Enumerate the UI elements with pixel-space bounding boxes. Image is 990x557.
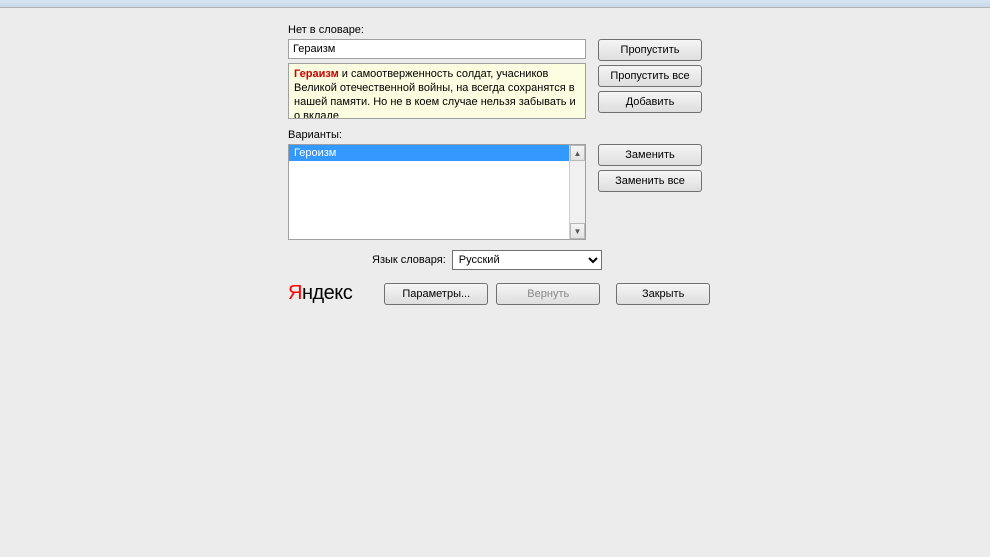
variants-inner: Героизм [289, 145, 569, 239]
not-in-dictionary-label: Нет в словаре: [288, 24, 710, 36]
bottom-buttons: Параметры... Вернуть [384, 283, 600, 305]
variants-listbox[interactable]: Героизм ▲ ▼ [288, 144, 586, 240]
not-in-dict-left: Гераизм и самоотверженность солдат, учас… [288, 39, 586, 119]
replace-all-button[interactable]: Заменить все [598, 170, 702, 192]
bottom-row: Яндекс Параметры... Вернуть Закрыть [288, 282, 710, 305]
not-in-dict-row: Гераизм и самоотверженность солдат, учас… [288, 39, 710, 119]
context-misspelled-word: Гераизм [294, 68, 339, 80]
variants-label: Варианты: [288, 129, 710, 141]
variants-row: Героизм ▲ ▼ Заменить Заменить все [288, 144, 710, 240]
yandex-logo: Яндекс [288, 282, 352, 305]
language-row: Язык словаря: Русский [288, 250, 710, 270]
close-button[interactable]: Закрыть [616, 283, 710, 305]
logo-rest: ндекс [302, 282, 352, 304]
logo-first-letter: Я [288, 282, 302, 304]
context-preview: Гераизм и самоотверженность солдат, учас… [288, 63, 586, 119]
dictionary-language-label: Язык словаря: [372, 254, 446, 266]
revert-button[interactable]: Вернуть [496, 283, 600, 305]
window-top-strip [0, 0, 990, 8]
params-button[interactable]: Параметры... [384, 283, 488, 305]
skip-buttons-col: Пропустить Пропустить все Добавить [598, 39, 702, 113]
replace-buttons-col: Заменить Заменить все [598, 144, 702, 192]
variant-item[interactable]: Героизм [289, 145, 569, 161]
variants-left: Героизм ▲ ▼ [288, 144, 586, 240]
variants-scrollbar[interactable]: ▲ ▼ [569, 145, 585, 239]
skip-all-button[interactable]: Пропустить все [598, 65, 702, 87]
add-button[interactable]: Добавить [598, 91, 702, 113]
language-select[interactable]: Русский [452, 250, 602, 270]
spellcheck-dialog: Нет в словаре: Гераизм и самоотверженнос… [288, 24, 710, 305]
skip-button[interactable]: Пропустить [598, 39, 702, 61]
variants-section: Варианты: Героизм ▲ ▼ Заменить Заменить … [288, 129, 710, 240]
misspelled-word-input[interactable] [288, 39, 586, 59]
scroll-up-icon[interactable]: ▲ [570, 145, 585, 161]
scroll-down-icon[interactable]: ▼ [570, 223, 585, 239]
replace-button[interactable]: Заменить [598, 144, 702, 166]
